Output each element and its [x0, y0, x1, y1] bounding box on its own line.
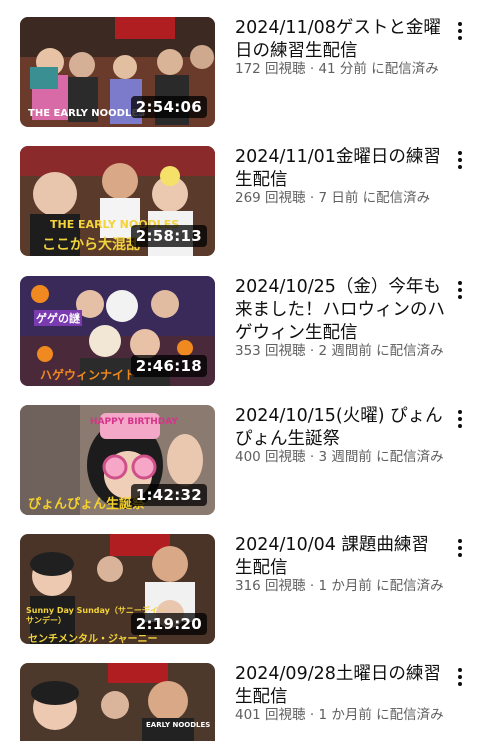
thumbnail-caption: ゲゲの謎 [34, 310, 82, 326]
stream-status: に配信済み [376, 343, 444, 359]
video-meta: 172 回視聴 · 41 分前 に配信済み [235, 61, 470, 78]
duration-badge: 2:54:06 [130, 96, 207, 118]
video-meta: 353 回視聴 · 2 週間前 に配信済み [235, 343, 470, 360]
meta-separator: · [305, 190, 319, 206]
thumbnail-caption-2: ぴょんぴょん生誕祭 [28, 497, 146, 512]
thumbnail-caption: THE EARLY NOODLES [28, 108, 146, 119]
video-thumbnail[interactable]: EARLY NOODLES [20, 663, 215, 741]
upload-age: 2 週間前 [318, 343, 372, 359]
more-vert-icon[interactable] [452, 148, 468, 172]
view-count: 401 回視聴 [235, 707, 306, 723]
view-count: 172 回視聴 [235, 61, 306, 77]
video-item[interactable]: Sunny Day Sunday（サニーデイ・サンデー） センチメンタル・ジャー… [0, 534, 480, 646]
duration-badge: 1:42:32 [130, 484, 207, 506]
meta-separator: · [305, 61, 319, 77]
video-title[interactable]: 2024/10/04 課題曲練習生配信 [235, 534, 445, 580]
video-title[interactable]: 2024/11/01金曜日の練習生配信 [235, 146, 445, 192]
upload-age: 1 か月前 [318, 707, 372, 723]
duration-badge: 2:46:18 [130, 355, 207, 377]
video-item[interactable]: EARLY NOODLES 2024/09/28土曜日の練習生配信 401 回視… [0, 663, 480, 741]
upload-age: 1 か月前 [318, 578, 372, 594]
thumbnail-caption: HAPPY BIRTHDAY [90, 417, 178, 427]
video-title[interactable]: 2024/11/08ゲストと金曜日の練習生配信 [235, 17, 445, 63]
upload-age: 3 週間前 [318, 449, 372, 465]
video-item[interactable]: HAPPY BIRTHDAY ぴょんぴょん生誕祭 1:42:32 2024/10… [0, 405, 480, 517]
meta-separator: · [305, 343, 319, 359]
more-vert-icon[interactable] [452, 536, 468, 560]
thumbnail-caption-2: ハゲウィンナイト [40, 368, 137, 382]
duration-badge: 2:58:13 [130, 225, 207, 247]
video-thumbnail[interactable]: Sunny Day Sunday（サニーデイ・サンデー） センチメンタル・ジャー… [20, 534, 215, 644]
more-vert-icon[interactable] [452, 278, 468, 302]
view-count: 316 回視聴 [235, 578, 306, 594]
view-count: 353 回視聴 [235, 343, 306, 359]
video-title[interactable]: 2024/10/25（金）今年も来ました！ハロウィンのハゲウィン生配信 [235, 276, 445, 345]
more-vert-icon[interactable] [452, 665, 468, 689]
video-meta: 401 回視聴 · 1 か月前 に配信済み [235, 707, 470, 724]
duration-badge: 2:19:20 [130, 613, 207, 635]
video-meta: 269 回視聴 · 7 日前 に配信済み [235, 190, 470, 207]
view-count: 269 回視聴 [235, 190, 306, 206]
thumbnail-caption: EARLY NOODLES [146, 721, 211, 729]
stream-status: に配信済み [376, 707, 444, 723]
video-thumbnail[interactable]: THE EARLY NOODLES 2:54:06 [20, 17, 215, 127]
thumbnail-caption-2: ここから大混乱 [42, 237, 140, 253]
video-thumbnail[interactable]: HAPPY BIRTHDAY ぴょんぴょん生誕祭 1:42:32 [20, 405, 215, 515]
meta-separator: · [305, 707, 319, 723]
video-title[interactable]: 2024/09/28土曜日の練習生配信 [235, 663, 445, 709]
upload-age: 41 分前 [318, 61, 367, 77]
more-vert-icon[interactable] [452, 407, 468, 431]
video-thumbnail[interactable]: THE EARLY NOODLES ここから大混乱 2:58:13 [20, 146, 215, 256]
upload-age: 7 日前 [318, 190, 359, 206]
stream-status: に配信済み [362, 190, 431, 206]
video-meta: 316 回視聴 · 1 か月前 に配信済み [235, 578, 470, 595]
video-thumbnail[interactable]: ゲゲの謎 ハゲウィンナイト 2:46:18 [20, 276, 215, 386]
video-title[interactable]: 2024/10/15(火曜) ぴょんぴょん生誕祭 [235, 405, 445, 451]
thumbnail-image [20, 663, 215, 741]
view-count: 400 回視聴 [235, 449, 306, 465]
video-item[interactable]: THE EARLY NOODLES 2:54:06 2024/11/08ゲストと… [0, 17, 480, 129]
meta-separator: · [305, 578, 319, 594]
stream-status: に配信済み [376, 449, 444, 465]
video-item[interactable]: ゲゲの謎 ハゲウィンナイト 2:46:18 2024/10/25（金）今年も来ま… [0, 276, 480, 388]
stream-status: に配信済み [376, 578, 444, 594]
video-item[interactable]: THE EARLY NOODLES ここから大混乱 2:58:13 2024/1… [0, 146, 480, 258]
video-meta: 400 回視聴 · 3 週間前 に配信済み [235, 449, 470, 466]
stream-status: に配信済み [371, 61, 439, 77]
video-list: THE EARLY NOODLES 2:54:06 2024/11/08ゲストと… [0, 0, 480, 741]
meta-separator: · [305, 449, 319, 465]
more-vert-icon[interactable] [452, 19, 468, 43]
